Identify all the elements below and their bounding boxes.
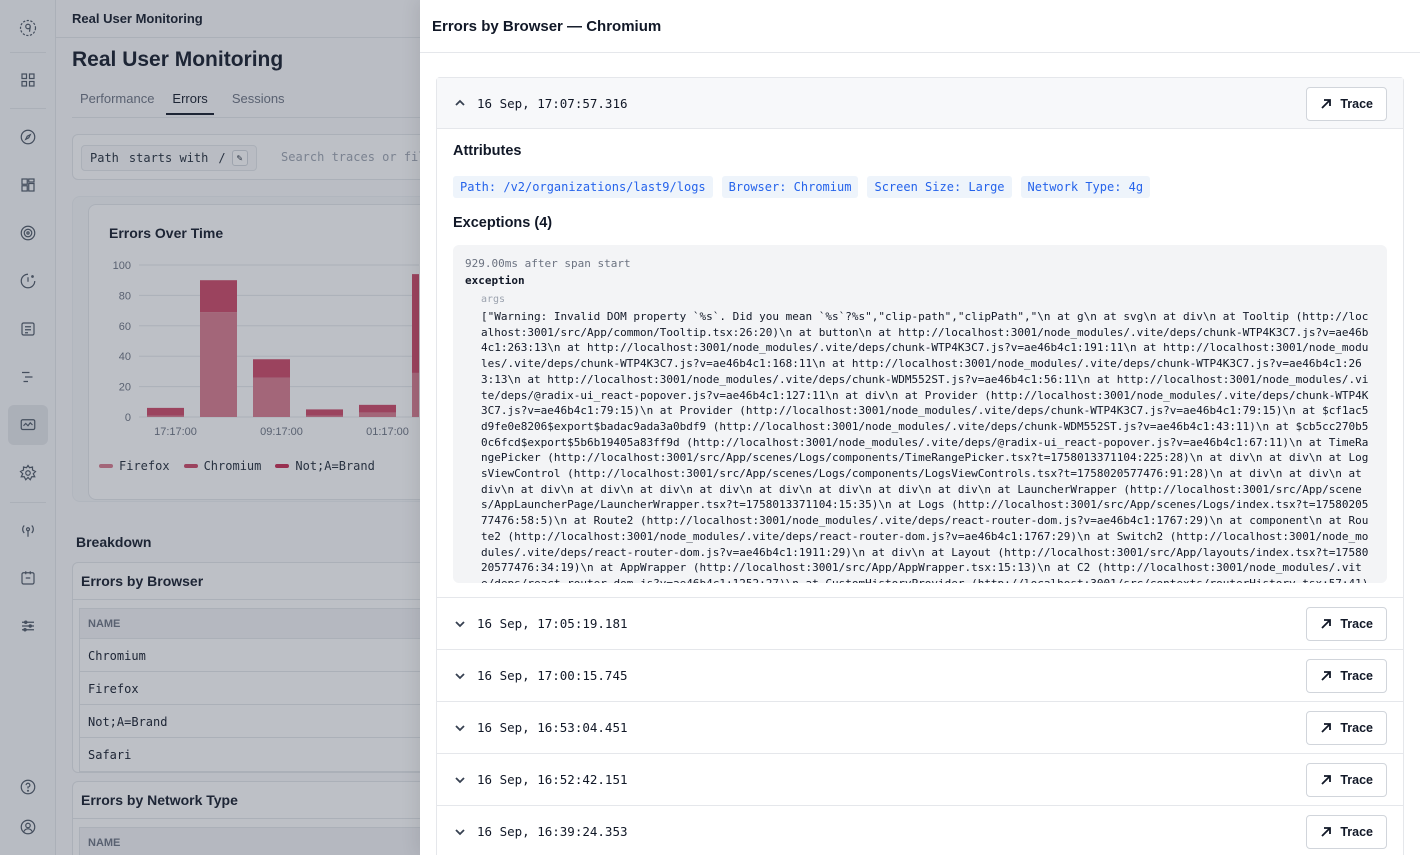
arrow-up-right-icon: [1321, 827, 1332, 837]
exception-timestamp: 16 Sep, 16:53:04.451: [477, 720, 628, 735]
exception-item-header[interactable]: 16 Sep, 17:05:19.181 Trace: [437, 598, 1403, 649]
exception-item-header[interactable]: 16 Sep, 17:07:57.316 Trace: [437, 78, 1403, 129]
exception-timestamp: 16 Sep, 17:05:19.181: [477, 616, 628, 631]
trace-button-label: Trace: [1340, 669, 1373, 683]
exception-timestamp: 16 Sep, 17:07:57.316: [477, 95, 628, 111]
attribute-tag: Screen Size: Large: [867, 176, 1012, 198]
attributes-list: Path: /v2/organizations/last9/logs Brows…: [453, 176, 1387, 198]
trace-button[interactable]: Trace: [1306, 763, 1387, 797]
trace-button[interactable]: Trace: [1306, 607, 1387, 641]
exception-offset: 929.00ms after span start: [465, 257, 631, 270]
attribute-tag: Browser: Chromium: [721, 176, 859, 198]
exception-box[interactable]: 929.00ms after span start exception args…: [453, 245, 1387, 583]
exception-item[interactable]: 16 Sep, 17:05:19.181 Trace: [436, 598, 1404, 650]
chevron-up-icon[interactable]: [453, 96, 467, 110]
trace-button-label: Trace: [1340, 773, 1373, 787]
exception-item[interactable]: 16 Sep, 16:39:24.353 Trace: [436, 806, 1404, 855]
exception-timestamp: 16 Sep, 16:39:24.353: [477, 824, 628, 839]
chevron-down-icon[interactable]: [453, 669, 467, 683]
attributes-title: Attributes: [453, 143, 522, 159]
trace-button[interactable]: Trace: [1306, 815, 1387, 849]
trace-button[interactable]: Trace: [1306, 87, 1387, 121]
errors-drawer: Errors by Browser — Chromium 16 Sep, 17:…: [420, 0, 1420, 855]
exception-details: Attributes Path: /v2/organizations/last9…: [437, 129, 1403, 597]
exception-args: ["Warning: Invalid DOM property `%s`. Di…: [481, 310, 1369, 583]
trace-button[interactable]: Trace: [1306, 659, 1387, 693]
exceptions-title: Exceptions (4): [453, 215, 553, 231]
exception-item[interactable]: 16 Sep, 16:52:42.151 Trace: [436, 754, 1404, 806]
drawer-title: Errors by Browser — Chromium: [420, 0, 1420, 53]
trace-button[interactable]: Trace: [1306, 711, 1387, 745]
exception-item-expanded: 16 Sep, 17:07:57.316 Trace Attributes Pa…: [436, 77, 1404, 598]
attribute-tag: Path: /v2/organizations/last9/logs: [453, 176, 713, 198]
arrow-up-right-icon: [1321, 99, 1332, 109]
trace-button-label: Trace: [1340, 617, 1373, 631]
exception-item-header[interactable]: 16 Sep, 16:52:42.151 Trace: [437, 754, 1403, 805]
arrow-up-right-icon: [1321, 723, 1332, 733]
exception-name: exception: [465, 274, 525, 287]
chevron-down-icon[interactable]: [453, 617, 467, 631]
exception-item-header[interactable]: 16 Sep, 16:39:24.353 Trace: [437, 806, 1403, 855]
exception-timestamp: 16 Sep, 16:52:42.151: [477, 772, 628, 787]
exception-timestamp: 16 Sep, 17:00:15.745: [477, 668, 628, 683]
chevron-down-icon[interactable]: [453, 721, 467, 735]
exception-item[interactable]: 16 Sep, 17:00:15.745 Trace: [436, 650, 1404, 702]
chevron-down-icon[interactable]: [453, 825, 467, 839]
exception-item-header[interactable]: 16 Sep, 17:00:15.745 Trace: [437, 650, 1403, 701]
trace-button-label: Trace: [1340, 825, 1373, 839]
trace-button-label: Trace: [1340, 97, 1373, 111]
exception-args-label: args: [481, 294, 506, 305]
exception-item-header[interactable]: 16 Sep, 16:53:04.451 Trace: [437, 702, 1403, 753]
exception-item[interactable]: 16 Sep, 16:53:04.451 Trace: [436, 702, 1404, 754]
attribute-tag: Network Type: 4g: [1020, 176, 1151, 198]
arrow-up-right-icon: [1321, 775, 1332, 785]
exception-list: 16 Sep, 17:07:57.316 Trace Attributes Pa…: [436, 77, 1404, 855]
arrow-up-right-icon: [1321, 671, 1332, 681]
trace-button-label: Trace: [1340, 721, 1373, 735]
modal-overlay[interactable]: [0, 0, 420, 855]
chevron-down-icon[interactable]: [453, 773, 467, 787]
arrow-up-right-icon: [1321, 619, 1332, 629]
